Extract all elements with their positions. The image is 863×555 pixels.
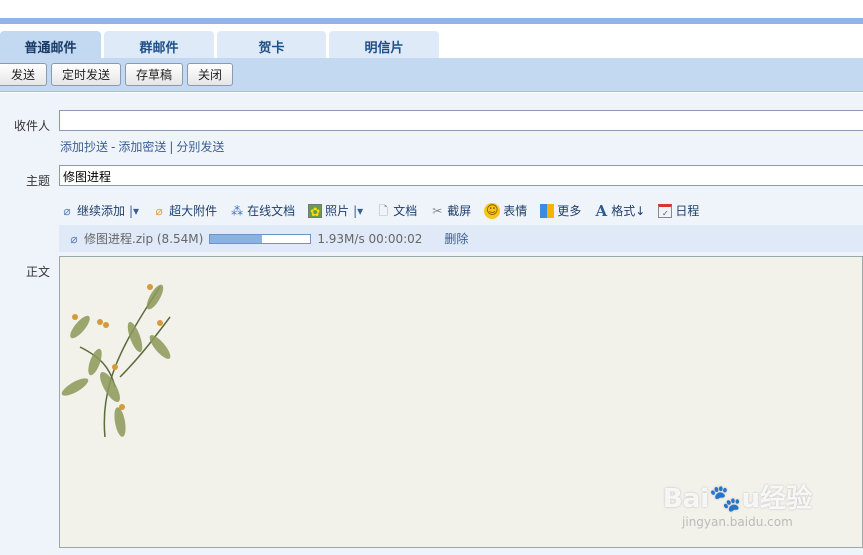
tab-postcard[interactable]: 明信片	[329, 31, 439, 58]
chevron-down-icon[interactable]: |▾	[129, 204, 139, 218]
chevron-down-icon[interactable]: |▾	[353, 204, 363, 218]
compose-toolbar: 发送 定时发送 存草稿 关闭	[0, 58, 863, 92]
attachment-toolbar: ⌀ 继续添加 |▾ ⌀ 超大附件 ⁂ 在线文档 ✿ 照片 |▾ 🗋 文档 ✂ 截屏 ☺ 表情 更多…	[60, 202, 712, 219]
add-bcc-link[interactable]: 添加密送	[118, 140, 166, 154]
compose-form: 收件人 添加抄送 - 添加密送 | 分别发送 主题 修图进程 ⌀ 继续添加 |▾ ⌀ 超大附件…	[0, 93, 863, 555]
upload-speed: 1.93M/s 00:00:02	[317, 231, 423, 246]
mail-type-tabs: 普通邮件 群邮件 贺卡 明信片	[0, 31, 442, 58]
photo-icon: ✿	[308, 203, 323, 219]
online-doc-button[interactable]: ⁂ 在线文档	[230, 202, 295, 219]
add-attachment-button[interactable]: ⌀ 继续添加 |▾	[60, 202, 139, 219]
tab-greeting-card[interactable]: 贺卡	[217, 31, 326, 58]
paperclip-icon: ⌀	[63, 203, 71, 218]
label: 日程	[675, 204, 700, 218]
more-button[interactable]: 更多	[540, 202, 581, 219]
font-icon: A	[595, 201, 608, 220]
label: 格式↓	[611, 204, 646, 218]
document-button[interactable]: 🗋 文档	[376, 202, 417, 219]
upload-progress-fill	[210, 234, 263, 243]
to-input[interactable]	[59, 110, 863, 131]
screenshot-button[interactable]: ✂ 截屏	[430, 202, 471, 219]
subject-input[interactable]: 修图进程	[59, 165, 863, 186]
to-label: 收件人	[13, 119, 50, 133]
emoji-button[interactable]: ☺ 表情	[484, 202, 527, 219]
top-accent-bar	[0, 18, 863, 24]
paperclip-icon: ⌀	[70, 231, 78, 246]
label: 在线文档	[247, 204, 296, 218]
format-button[interactable]: A 格式↓	[594, 202, 645, 219]
photo-button[interactable]: ✿ 照片 |▾	[308, 202, 363, 219]
send-button[interactable]: 发送	[0, 63, 47, 86]
label: 截屏	[447, 204, 472, 218]
upload-progress-bar	[209, 233, 312, 244]
attachment-name: 修图进程.zip (8.54M)	[84, 232, 204, 246]
scheduled-send-button[interactable]: 定时发送	[51, 63, 122, 86]
tab-group-mail[interactable]: 群邮件	[104, 31, 214, 58]
watermark-logo: Bai🐾u经验 jingyan.baidu.com	[662, 484, 812, 529]
share-nodes-icon: ⁂	[231, 203, 244, 218]
label: 文档	[393, 204, 418, 218]
delete-attachment-link[interactable]: 删除	[444, 230, 468, 247]
plant-decoration	[61, 284, 171, 438]
save-draft-button[interactable]: 存草稿	[125, 63, 184, 86]
grid-icon	[540, 203, 555, 218]
paperclip-icon: ⌀	[155, 203, 163, 218]
add-cc-link[interactable]: 添加抄送	[60, 140, 108, 154]
body-label: 正文	[25, 265, 50, 279]
separator: -	[111, 140, 116, 154]
smiley-icon: ☺	[484, 202, 501, 219]
label: 更多	[557, 204, 582, 218]
calendar-button[interactable]: ✓ 日程	[658, 202, 699, 219]
tab-normal-mail[interactable]: 普通邮件	[0, 31, 101, 58]
subject-label: 主题	[25, 174, 50, 188]
separate-send-link[interactable]: 分别发送	[176, 140, 224, 154]
close-button[interactable]: 关闭	[187, 63, 234, 86]
label: 继续添加	[77, 204, 126, 218]
calendar-icon: ✓	[658, 203, 673, 218]
scissors-icon: ✂	[432, 203, 443, 218]
large-attachment-button[interactable]: ⌀ 超大附件	[152, 202, 217, 219]
body-editor[interactable]: Bai🐾u经验 jingyan.baidu.com	[59, 256, 863, 548]
document-icon: 🗋	[378, 203, 389, 218]
label: 照片	[325, 204, 350, 218]
label: 表情	[503, 204, 528, 218]
label: 超大附件	[169, 204, 218, 218]
recipient-links: 添加抄送 - 添加密送 | 分别发送	[60, 138, 227, 155]
separator: |	[169, 140, 174, 154]
attachment-item: ⌀ 修图进程.zip (8.54M) 1.93M/s 00:00:02 删除	[59, 225, 863, 252]
